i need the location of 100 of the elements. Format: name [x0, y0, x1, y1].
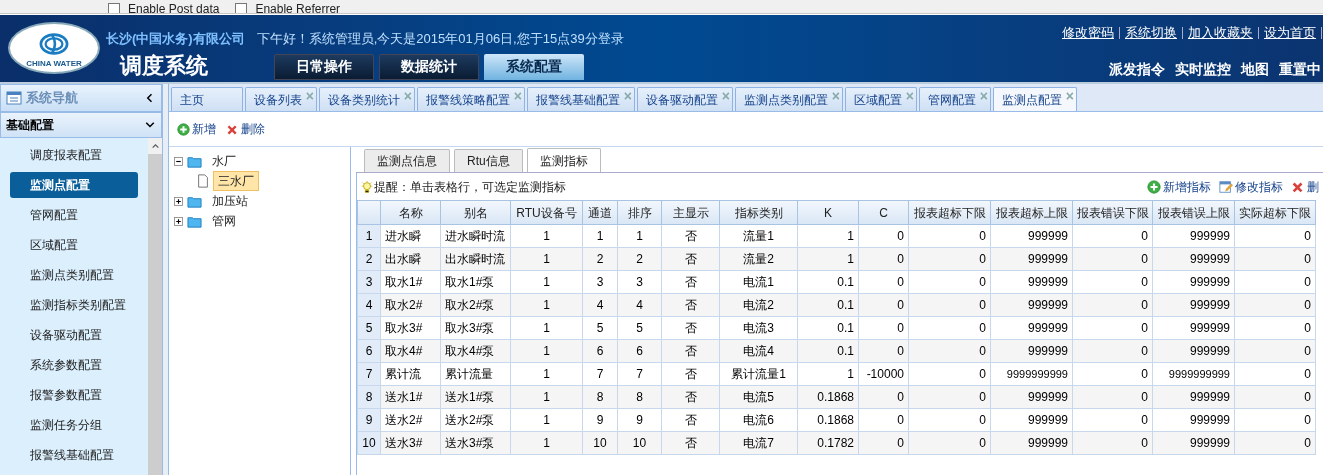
table-cell: 2	[617, 247, 662, 271]
page-tab[interactable]: 监测点类别配置 ×	[735, 87, 843, 111]
table-cell: 1	[510, 247, 583, 271]
page-tab[interactable]: 监测点配置 ×	[993, 87, 1077, 111]
table-cell: 0	[1072, 316, 1153, 340]
page-tab[interactable]: 报警线策略配置 ×	[417, 87, 525, 111]
tab-label: 设备类别统计	[328, 91, 400, 109]
table-cell: 0	[1072, 247, 1153, 271]
detail-tab[interactable]: 监测点信息	[364, 149, 450, 172]
scrollbar[interactable]	[148, 138, 162, 475]
sidebar-item[interactable]: 设备驱动配置	[10, 322, 138, 348]
page-tab[interactable]: 设备列表 ×	[245, 87, 317, 111]
table-cell: 2	[582, 247, 618, 271]
page-tab[interactable]: 区域配置 ×	[845, 87, 917, 111]
row-number: 3	[357, 270, 381, 294]
nav-tab[interactable]: 系统配置	[484, 53, 584, 80]
table-cell: 0	[908, 408, 991, 432]
quick-nav-link[interactable]: 派发指令	[1109, 58, 1165, 80]
table-cell: 999999	[1152, 339, 1235, 363]
expand-toggle-icon[interactable]	[174, 216, 183, 226]
detail-tab[interactable]: Rtu信息	[454, 149, 523, 172]
page-tab[interactable]: 管网配置 ×	[919, 87, 991, 111]
table-cell: 否	[661, 339, 720, 363]
table-cell: 0.1	[797, 339, 859, 363]
checkbox[interactable]	[108, 3, 120, 13]
page-tab[interactable]: 报警线基础配置 ×	[527, 87, 635, 111]
sidebar-item[interactable]: 区域配置	[10, 232, 138, 258]
header-link[interactable]: 设为首页	[1264, 23, 1316, 43]
sidebar-item[interactable]: 监测点配置	[10, 172, 138, 198]
system-title: 调度系统	[118, 51, 209, 80]
table-cell: 送水3#	[380, 431, 441, 455]
table-cell: 否	[661, 431, 720, 455]
table-cell: 0	[1234, 431, 1316, 455]
table-cell: 取水1#泵	[440, 270, 511, 294]
action-button[interactable]: 新增指标	[1147, 177, 1211, 196]
table-cell: 否	[661, 293, 720, 317]
quick-nav-link[interactable]: 重置中	[1279, 58, 1321, 80]
sidebar-item[interactable]: 系统参数配置	[10, 352, 138, 378]
table-cell: 0	[1234, 339, 1316, 363]
row-number: 5	[357, 316, 381, 340]
action-button[interactable]: 删	[1291, 177, 1319, 196]
header-link[interactable]: 修改密码	[1062, 23, 1114, 43]
table-cell: 0	[1072, 224, 1153, 248]
table-cell: 取水2#	[380, 293, 441, 317]
header-link[interactable]: 系统切换	[1125, 23, 1177, 43]
header-link[interactable]: 加入收藏夹	[1188, 23, 1253, 43]
tree-node[interactable]: 管网	[212, 212, 236, 230]
table-cell: 0	[908, 270, 991, 294]
nav-tab[interactable]: 日常操作	[274, 53, 374, 80]
table-cell: 否	[661, 316, 720, 340]
tab-label: 设备列表	[254, 91, 302, 109]
column-header: 报表超标上限	[990, 200, 1073, 225]
sidebar-item[interactable]: 监测任务分组	[10, 412, 138, 438]
document-icon	[196, 173, 210, 189]
collapse-toggle-icon[interactable]	[174, 156, 183, 166]
sidebar-item[interactable]: 监测点类别配置	[10, 262, 138, 288]
column-header: 主显示	[661, 200, 720, 225]
row-number: 10	[357, 431, 381, 455]
table-cell: 0.1868	[797, 385, 859, 409]
checkbox[interactable]	[235, 3, 248, 13]
tree-node[interactable]: 加压站	[212, 192, 248, 210]
expand-toggle-icon[interactable]	[174, 196, 183, 206]
sidebar-item[interactable]: 调度报表配置	[10, 142, 138, 168]
table-cell: 送水2#泵	[440, 408, 511, 432]
table-cell: 0	[1234, 316, 1316, 340]
table-cell: 电流4	[719, 339, 798, 363]
sidebar-item[interactable]: 监测指标类别配置	[10, 292, 138, 318]
table-cell: 0	[1234, 270, 1316, 294]
toolbar-button[interactable]: 删除	[226, 120, 265, 138]
accordion-header[interactable]: 基础配置	[0, 112, 162, 138]
table-cell: 电流2	[719, 293, 798, 317]
action-button[interactable]: 修改指标	[1219, 177, 1283, 196]
page-tab[interactable]: 设备类别统计 ×	[319, 87, 415, 111]
table-cell: 0	[1072, 362, 1153, 386]
company-name: 长沙(中国水务)有限公司	[106, 30, 245, 48]
sidebar-item[interactable]: 报警线基础配置	[10, 442, 138, 468]
table-cell: 5	[617, 316, 662, 340]
toolbar-button[interactable]: 新增	[177, 120, 216, 138]
detail-tab[interactable]: 监测指标	[526, 148, 601, 172]
column-header: 报表错误下限	[1072, 200, 1153, 225]
table-cell: 进水瞬时流	[440, 224, 511, 248]
quick-nav-link[interactable]: 实时监控	[1175, 58, 1231, 80]
nav-tab[interactable]: 数据统计	[379, 53, 479, 80]
column-header: C	[858, 200, 909, 225]
table-cell: 0	[858, 385, 909, 409]
pencil-document-icon	[1219, 179, 1233, 194]
tree-node[interactable]: 三水厂	[213, 171, 259, 191]
table-cell: 999999	[990, 339, 1073, 363]
row-number: 9	[357, 408, 381, 432]
page-tab[interactable]: 主页	[171, 87, 243, 111]
sidebar-item[interactable]: 管网配置	[10, 202, 138, 228]
tab-label: 监测点配置	[1002, 91, 1062, 109]
quick-nav-link[interactable]: 地图	[1241, 58, 1269, 80]
tab-label: 主页	[180, 91, 204, 109]
page-tab[interactable]: 设备驱动配置 ×	[637, 87, 733, 111]
tree-node[interactable]: 水厂	[212, 152, 236, 170]
table-cell: 8	[582, 385, 618, 409]
logo-text: CHINA WATER	[26, 58, 82, 68]
sidebar-item[interactable]: 报警参数配置	[10, 382, 138, 408]
table-cell: 999999	[1152, 408, 1235, 432]
